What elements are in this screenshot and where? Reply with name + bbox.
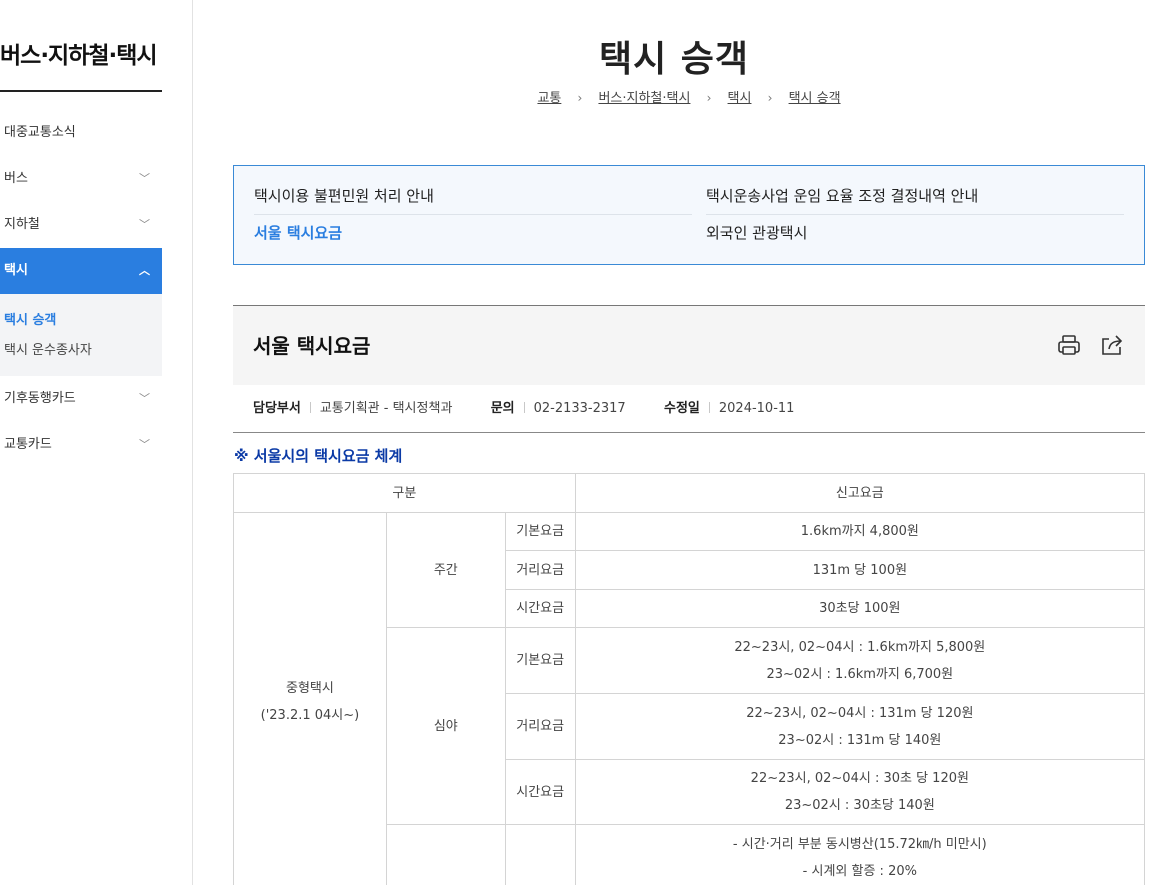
extra-label [385, 824, 506, 885]
row-value-line: 23~02시 : 1.6km까지 6,700원 [766, 666, 954, 682]
page-title: 택시 승객 [598, 39, 749, 80]
taxi-since: ('23.2.1 04시~) [260, 707, 360, 723]
sidebar-item-subway[interactable]: 지하철 ﹀ [0, 202, 162, 248]
sidebar-item-transit-card[interactable]: 교통카드 ﹀ [0, 422, 162, 468]
modified-label: 수정일 [663, 401, 700, 416]
link-foreigner-tourist-taxi[interactable]: 외국인 관광택시 [706, 215, 1124, 252]
row-value-line: 22~23시, 02~04시 : 30초 당 120원 [750, 771, 969, 786]
contact-label: 문의 [490, 401, 515, 416]
table-row: 중형택시 ('23.2.1 04시~) 주간 기본요금 1.6km까지 4,80… [233, 512, 1146, 885]
share-icon[interactable] [1099, 332, 1125, 358]
content-title: 서울 택시요금 [253, 334, 371, 358]
row-value: 30초당 100원 [574, 589, 1146, 628]
breadcrumb-link-traffic[interactable]: 교통 [537, 91, 561, 106]
modified-value: 2024-10-11 [718, 401, 795, 416]
dept-value: 교통기획관 - 택시정책과 [319, 401, 453, 416]
sidebar-item-label: 교통카드 [4, 437, 52, 452]
sidebar-item-climate-card[interactable]: 기후동행카드 ﹀ [0, 376, 162, 422]
sidebar-item-bus[interactable]: 버스 ﹀ [0, 156, 162, 202]
row-value: 22~23시, 02~04시 : 1.6km까지 5,800원 23~02시 :… [574, 627, 1146, 694]
breadcrumb-chevron-icon: › [706, 91, 712, 105]
row-value: - 시간·거리 부분 동시병산(15.72㎞/h 미만시) - 시계외 할증 :… [574, 824, 1146, 885]
breadcrumb: 교통 › 버스·지하철·택시 › 택시 › 택시 승객 [193, 87, 1155, 106]
row-label: 거리요금 [504, 550, 576, 590]
row-value: 22~23시, 02~04시 : 131m 당 120원 23~02시 : 13… [574, 693, 1146, 760]
content-meta: 담당부서 교통기획관 - 택시정책과 문의 02-2133-2317 수정일 2024… [233, 386, 1145, 433]
sidebar-item-label: 대중교통소식 [4, 125, 76, 140]
chevron-up-icon: ︿ [139, 264, 150, 277]
sidebar-item-taxi[interactable]: 택시 ︿ [0, 248, 162, 294]
row-label: 기본요금 [504, 627, 576, 694]
row-value: 131m 당 100원 [574, 550, 1146, 590]
row-value: 22~23시, 02~04시 : 30초 당 120원 23~02시 : 30초… [574, 759, 1146, 825]
content-header: 서울 택시요금 [233, 305, 1145, 385]
contact-value: 02-2133-2317 [533, 401, 626, 416]
sidebar-item-label: 택시 [4, 263, 28, 278]
row-value-line: - 시계외 할증 : 20% [802, 863, 917, 879]
breadcrumb-link-taxi-passenger[interactable]: 택시 승객 [789, 91, 841, 106]
sidebar-item-label: 기후동행카드 [4, 391, 76, 406]
link-complaint-handling[interactable]: 택시이용 불편민원 처리 안내 [254, 178, 692, 215]
related-links-column: 택시이용 불편민원 처리 안내 서울 택시요금 [254, 178, 692, 252]
link-fare-adjustment[interactable]: 택시운송사업 운임 요율 조정 결정내역 안내 [706, 178, 1124, 215]
sidebar-subitem-taxi-driver[interactable]: 택시 운수종사자 [4, 336, 162, 366]
sidebar-item-label: 지하철 [4, 217, 40, 232]
breadcrumb-chevron-icon: › [767, 91, 773, 105]
sidebar-menu: 대중교통소식 버스 ﹀ 지하철 ﹀ 택시 ︿ 택시 승객 택시 운수종사자 기후… [0, 110, 162, 468]
sidebar-submenu-taxi: 택시 승객 택시 운수종사자 [0, 294, 162, 376]
taxi-type-cell: 중형택시 ('23.2.1 04시~) [233, 512, 387, 885]
row-label: 시간요금 [504, 759, 576, 825]
chevron-down-icon: ﹀ [139, 218, 150, 231]
taxi-type: 중형택시 [286, 680, 334, 696]
sidebar-title: 버스·지하철·택시 [0, 43, 158, 69]
row-value: 1.6km까지 4,800원 [574, 512, 1146, 551]
chevron-down-icon: ﹀ [139, 172, 150, 185]
meta-divider [523, 402, 525, 413]
sidebar-divider [0, 90, 162, 92]
fare-table: 구분 신고요금 중형택시 ('23.2.1 04시~) 주간 기본요금 1.6k… [233, 473, 1146, 885]
extra-sub-label [504, 824, 576, 885]
row-value-line: - 시간·거리 부분 동시병산(15.72㎞/h 미만시) [732, 836, 987, 852]
link-seoul-taxi-fare[interactable]: 서울 택시요금 [254, 215, 692, 252]
sidebar-item-transit-news[interactable]: 대중교통소식 [0, 110, 162, 156]
header-fare: 신고요금 [574, 473, 1146, 513]
day-label: 주간 [385, 512, 506, 628]
row-value-line: 22~23시, 02~04시 : 1.6km까지 5,800원 [734, 639, 986, 655]
row-label: 거리요금 [504, 693, 576, 760]
row-value-line: 22~23시, 02~04시 : 131m 당 120원 [746, 705, 974, 721]
meta-divider [708, 402, 710, 413]
sidebar-subitem-taxi-passenger[interactable]: 택시 승객 [4, 306, 162, 336]
chevron-down-icon: ﹀ [139, 438, 150, 451]
sidebar: 버스·지하철·택시 대중교통소식 버스 ﹀ 지하철 ﹀ 택시 ︿ 택시 승객 택… [0, 0, 193, 885]
row-value-line: 23~02시 : 131m 당 140원 [778, 732, 942, 748]
dept-label: 담당부서 [253, 401, 301, 416]
print-icon[interactable] [1056, 332, 1082, 358]
chevron-down-icon: ﹀ [139, 392, 150, 405]
fare-system-note: ※ 서울시의 택시요금 체계 [234, 447, 403, 465]
sidebar-item-label: 버스 [4, 171, 28, 186]
related-links-box: 택시이용 불편민원 처리 안내 서울 택시요금 택시운송사업 운임 요율 조정 … [233, 165, 1145, 265]
breadcrumb-link-bus-subway-taxi[interactable]: 버스·지하철·택시 [598, 91, 690, 106]
meta-divider [309, 402, 311, 413]
related-links-column: 택시운송사업 운임 요율 조정 결정내역 안내 외국인 관광택시 [706, 178, 1124, 252]
breadcrumb-link-taxi[interactable]: 택시 [728, 91, 752, 106]
row-label: 시간요금 [504, 589, 576, 628]
table-header-row: 구분 신고요금 [233, 473, 1146, 513]
row-label: 기본요금 [504, 512, 576, 551]
breadcrumb-chevron-icon: › [577, 91, 583, 105]
night-label: 심야 [385, 627, 506, 825]
header-category: 구분 [233, 473, 576, 513]
row-value-line: 23~02시 : 30초당 140원 [784, 798, 935, 813]
